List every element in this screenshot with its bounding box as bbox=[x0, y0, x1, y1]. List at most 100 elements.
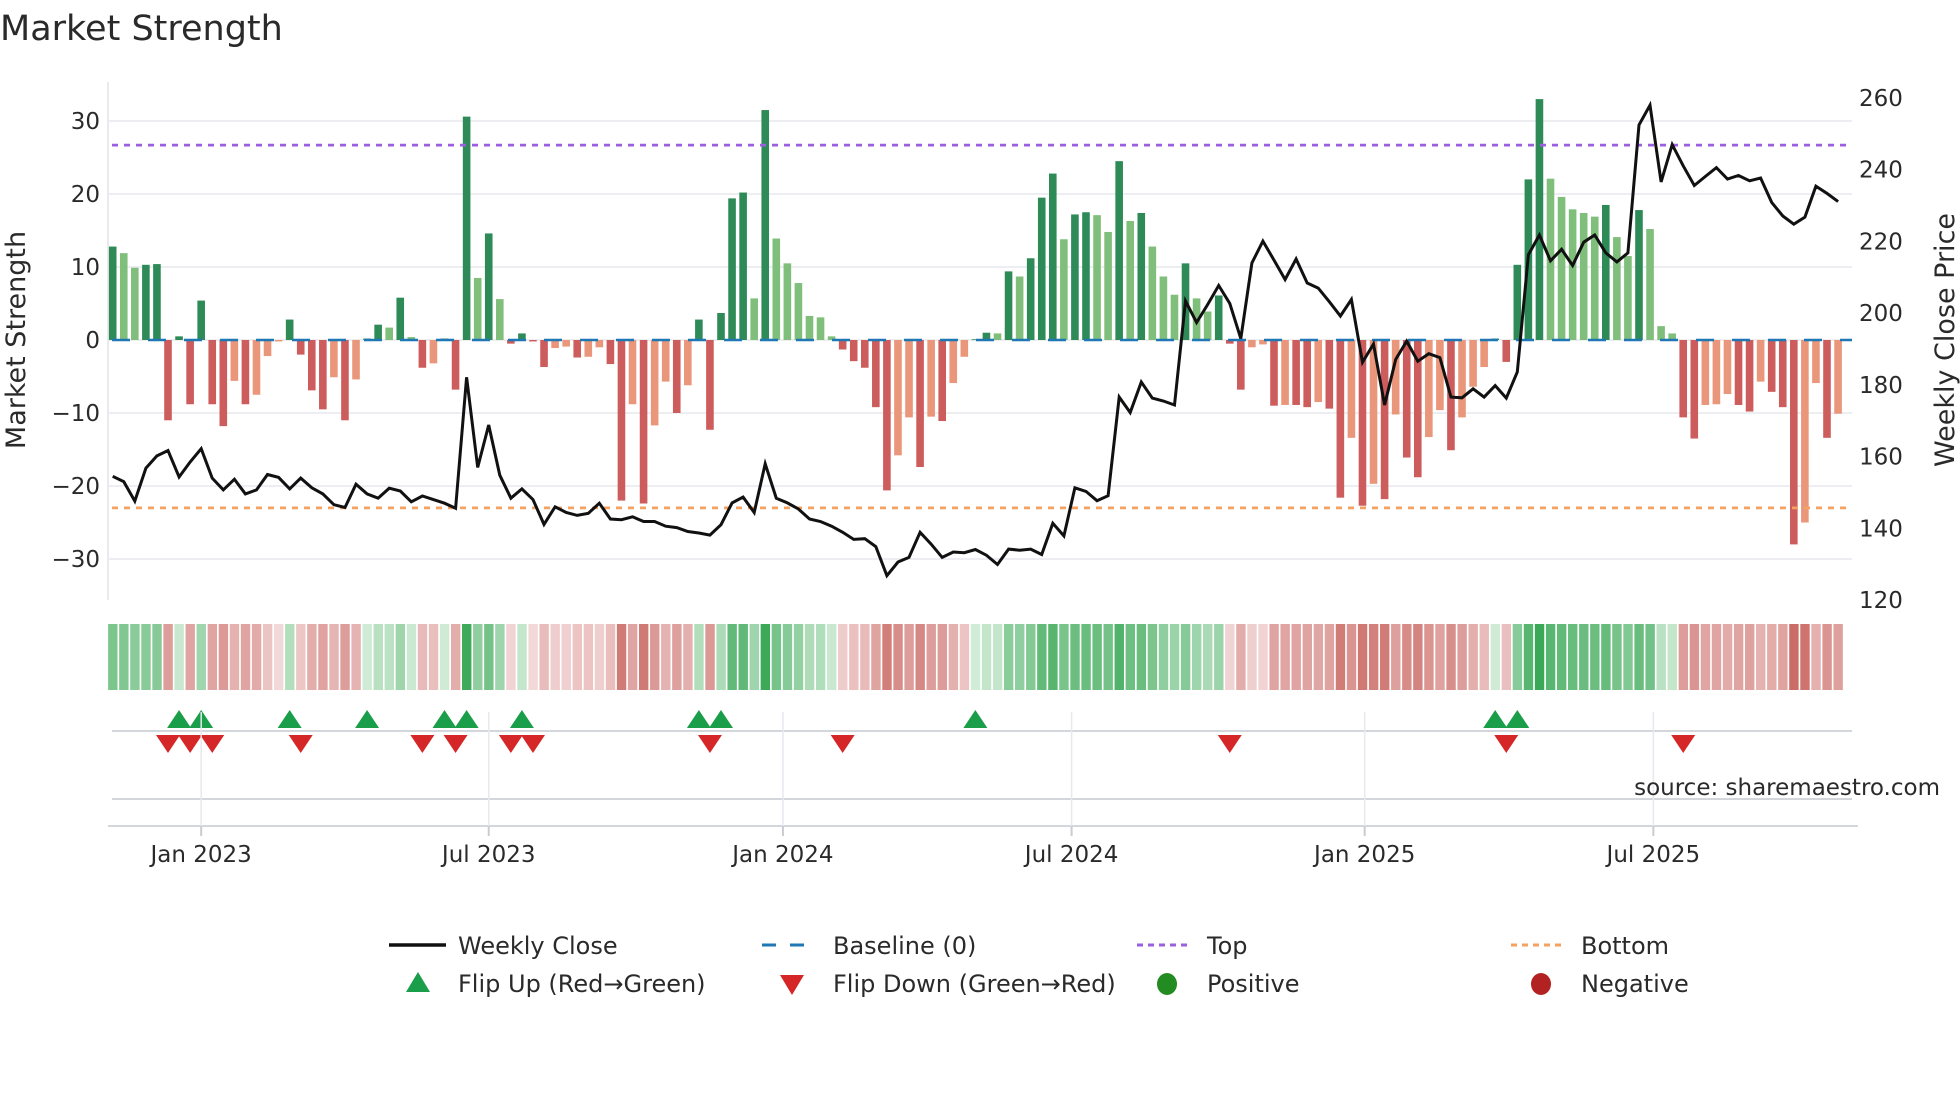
heat-cell bbox=[871, 624, 881, 690]
heat-cell bbox=[152, 624, 162, 690]
heat-cell bbox=[1391, 624, 1401, 690]
heat-cell bbox=[240, 624, 251, 690]
heat-cell bbox=[1545, 624, 1556, 690]
strength-bar bbox=[1657, 326, 1665, 340]
heat-cell bbox=[1579, 624, 1589, 690]
strength-bar bbox=[838, 340, 847, 350]
heat-strip bbox=[108, 624, 1843, 690]
strength-bar bbox=[484, 233, 493, 340]
heat-cell bbox=[583, 624, 594, 690]
heat-cell bbox=[1015, 624, 1025, 690]
flip-down-marker bbox=[288, 735, 313, 753]
heat-cell bbox=[1822, 624, 1832, 690]
heat-cell bbox=[417, 624, 428, 690]
strength-bar bbox=[706, 340, 714, 430]
heat-cell bbox=[1225, 624, 1235, 690]
strength-bar bbox=[960, 340, 969, 357]
y2-tick-label: 180 bbox=[1859, 373, 1903, 399]
legend-item-weekly-close: Weekly Close bbox=[389, 932, 618, 960]
strength-bar bbox=[1391, 340, 1400, 415]
strength-bar bbox=[894, 340, 902, 456]
strength-bar bbox=[1679, 340, 1688, 418]
flip-up-marker bbox=[509, 710, 534, 728]
heat-cell bbox=[893, 624, 903, 690]
flip-down-marker bbox=[830, 735, 855, 753]
strength-bar bbox=[1015, 276, 1024, 340]
strength-bar bbox=[1469, 340, 1477, 387]
heat-cell bbox=[1214, 624, 1224, 690]
heat-cell bbox=[804, 624, 815, 690]
heat-cell bbox=[616, 624, 627, 690]
strength-bar bbox=[108, 246, 117, 340]
heat-cell bbox=[1601, 624, 1611, 690]
flip-down-marker bbox=[156, 735, 180, 753]
strength-bar bbox=[429, 340, 438, 364]
strength-bar bbox=[1270, 340, 1278, 406]
legend-item-flip-down: Flip Down (Green→Red) bbox=[780, 970, 1116, 998]
strength-bar bbox=[1535, 99, 1544, 340]
strength-bar bbox=[684, 340, 692, 386]
strength-bar bbox=[1767, 340, 1776, 392]
heat-cell bbox=[1490, 624, 1500, 690]
strength-bar bbox=[175, 336, 183, 340]
legend-item-positive: Positive bbox=[1157, 970, 1300, 998]
flip-down-marker bbox=[697, 735, 722, 753]
legend-label: Top bbox=[1206, 932, 1248, 960]
x-tick-label: Jan 2023 bbox=[149, 842, 252, 868]
heat-cell bbox=[1612, 624, 1622, 690]
y2-tick-label: 160 bbox=[1859, 445, 1903, 471]
strength-bar bbox=[1093, 215, 1101, 340]
heat-cell bbox=[406, 624, 417, 690]
legend-item-flip-up: Flip Up (Red→Green) bbox=[406, 970, 706, 998]
heat-cell bbox=[1678, 624, 1689, 690]
strength-bar bbox=[451, 340, 460, 390]
heat-cell bbox=[904, 624, 914, 690]
heat-cell bbox=[207, 624, 218, 690]
heat-cell bbox=[1778, 624, 1788, 690]
strength-bar bbox=[540, 340, 548, 368]
heat-cell bbox=[340, 624, 350, 690]
strength-bar bbox=[1203, 311, 1212, 340]
heat-cell bbox=[119, 624, 129, 690]
heat-cell bbox=[163, 624, 173, 690]
x-tick-label: Jul 2023 bbox=[440, 842, 536, 868]
flip-down-marker bbox=[520, 735, 545, 753]
heat-cell bbox=[948, 624, 959, 690]
flip-up-marker bbox=[686, 710, 711, 728]
heat-cell bbox=[384, 624, 394, 690]
left-axis-ticks: 30 20 10 0 −10 −20 −30 bbox=[51, 109, 100, 573]
heat-cell bbox=[1158, 624, 1169, 690]
heat-cell bbox=[1048, 624, 1058, 690]
triangle-down-icon bbox=[780, 975, 804, 995]
heat-cell bbox=[1147, 624, 1158, 690]
strength-bar bbox=[1790, 340, 1798, 545]
heat-cell bbox=[838, 624, 848, 690]
heat-cell bbox=[926, 624, 936, 690]
strength-bar bbox=[695, 319, 703, 340]
heat-cell bbox=[1811, 624, 1821, 690]
heat-cell bbox=[174, 624, 184, 690]
right-axis-title: Weekly Close Price bbox=[1930, 213, 1960, 467]
strength-bar bbox=[1314, 340, 1323, 403]
heat-cell bbox=[1037, 624, 1047, 690]
strength-bar bbox=[1170, 294, 1179, 340]
heat-cell bbox=[495, 624, 505, 690]
heat-cell bbox=[395, 624, 406, 690]
flip-up-marker bbox=[432, 710, 457, 728]
heat-cell bbox=[1103, 624, 1113, 690]
x-tick-label: Jan 2025 bbox=[1312, 842, 1415, 868]
strength-bar bbox=[573, 340, 582, 358]
heat-cell bbox=[1059, 624, 1069, 690]
strength-bar bbox=[352, 340, 360, 380]
heat-cell bbox=[1634, 624, 1644, 690]
strength-bar bbox=[285, 319, 294, 340]
heat-cell bbox=[594, 624, 605, 690]
heat-cell bbox=[694, 624, 704, 690]
heat-cell bbox=[1258, 624, 1268, 690]
strength-bar bbox=[462, 116, 471, 341]
heat-cell bbox=[108, 624, 118, 690]
heat-cell bbox=[1590, 624, 1600, 690]
strength-bar bbox=[1380, 340, 1389, 500]
heat-cell bbox=[1534, 624, 1545, 690]
strength-bar bbox=[219, 340, 228, 427]
